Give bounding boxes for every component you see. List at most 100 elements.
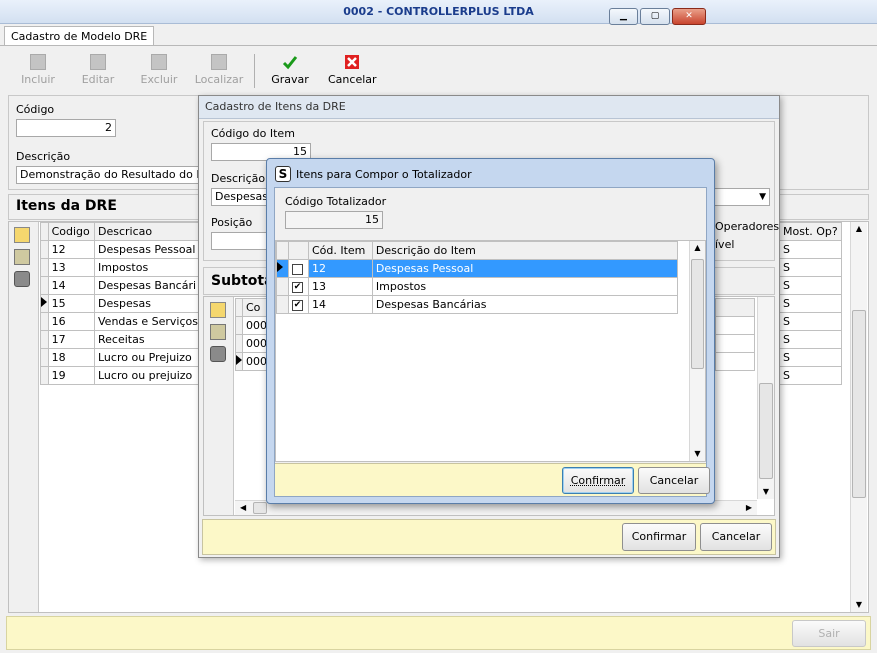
sair-button[interactable]: Sair [792,620,866,647]
scroll-thumb[interactable] [253,502,267,514]
incluir-button[interactable]: Incluir [18,52,58,90]
delete-icon [151,54,167,70]
table-row[interactable]: 13 Impostos [40,258,202,277]
table-row[interactable]: 15 Despesas [40,294,202,313]
scroll-down-icon[interactable]: ▼ [690,447,705,461]
scroll-thumb[interactable] [759,383,773,479]
chevron-down-icon: ▼ [759,192,766,202]
excluir-label: Excluir [140,73,178,86]
table-row[interactable]: 18 Lucro ou Prejuizo [40,348,202,367]
current-row-icon [41,297,47,307]
excluir-button[interactable]: Excluir [138,52,180,90]
edit-subtotal-icon[interactable] [210,324,226,340]
codigo-label: Código [16,103,55,116]
cell-codigo: 16 [47,312,96,331]
itens-scrollbar[interactable]: ▲ ▼ [850,222,867,612]
col-check [287,241,309,260]
trash-icon[interactable] [14,271,30,287]
new-doc-icon [30,54,46,70]
cell-descricao: Despesas [94,294,202,313]
maximize-button[interactable]: ▢ [640,8,670,25]
scroll-thumb[interactable] [691,259,704,369]
totalizador-title: Itens para Compor o Totalizador [296,168,472,181]
cell-mostop: S [779,240,842,259]
indicator-header [276,241,289,260]
table-row[interactable]: ✔ 14 Despesas Bancárias [276,295,679,314]
new-item-icon[interactable] [14,227,30,243]
table-row[interactable]: ✔ 13 Impostos [276,277,679,296]
close-icon: ✕ [685,11,693,21]
col-codigo[interactable]: Codigo [47,222,96,241]
toolbar-separator [254,54,255,88]
cancelar-totalizador-button[interactable]: Cancelar [638,467,710,494]
item-checkbox[interactable]: ✔ [291,281,303,293]
trash-icon[interactable] [210,346,226,362]
cancelar-button[interactable]: Cancelar [328,52,377,90]
table-row[interactable]: 17 Receitas [40,330,202,349]
subtotal-title: Subtota [211,273,274,289]
cell-mostop: S [779,330,842,349]
scroll-up-icon[interactable]: ▲ [851,222,867,236]
descricao-field[interactable]: Demonstração do Resultado do Exerc [16,166,206,184]
table-row[interactable]: 14 Despesas Bancári [40,276,202,295]
cell-descricao-item: Despesas Pessoal [371,259,679,278]
gravar-label: Gravar [271,73,309,86]
search-icon [211,54,227,70]
cell-descricao: Despesas Pessoal [94,240,202,259]
item-checkbox[interactable]: ✔ [291,299,303,311]
new-subtotal-icon[interactable] [210,302,226,318]
cell-codigo: 17 [47,330,96,349]
col-mostop[interactable]: Most. Op? [779,222,842,241]
itens-title: Itens da DRE [16,198,117,214]
tab-divider [0,45,877,46]
col-cod-item[interactable]: Cód. Item [307,241,373,260]
col-descricao[interactable]: Descricao [94,222,202,241]
cadastro-itens-title: Cadastro de Itens da DRE [199,96,779,119]
table-row[interactable]: ✔ 12 Despesas Pessoal [276,259,679,278]
localizar-button[interactable]: Localizar [194,52,244,90]
cell-cod-item: 14 [307,295,373,314]
codigo-totalizador-label: Código Totalizador [285,195,387,208]
table-row[interactable]: 12 Despesas Pessoal [40,240,202,259]
table-row[interactable]: 16 Vendas e Serviços [40,312,202,331]
operadores-label: Operadores [715,220,780,233]
cell-codigo: 13 [47,258,96,277]
scroll-up-icon[interactable]: ▲ [690,241,705,255]
codigo-field[interactable]: 2 [16,119,116,137]
posicao-field[interactable] [211,232,271,250]
cell-codigo: 12 [47,240,96,259]
edit-item-icon[interactable] [14,249,30,265]
editar-button[interactable]: Editar [78,52,118,90]
confirmar-totalizador-button[interactable]: Confirmar [562,467,634,494]
scroll-right-icon[interactable]: ▶ [746,501,752,515]
close-button[interactable]: ✕ [672,8,706,25]
totalizador-scrollbar[interactable]: ▲ ▼ [689,241,705,461]
scroll-down-icon[interactable]: ▼ [758,485,774,499]
confirmar-button[interactable]: Confirmar [622,523,696,551]
cell-cod-item: 13 [307,277,373,296]
item-checkbox[interactable]: ✔ [291,263,303,275]
tab-cadastro-modelo-dre[interactable]: Cadastro de Modelo DRE [4,26,155,46]
col-descricao-item[interactable]: Descrição do Item [371,241,679,260]
descricao-label: Descrição [16,150,71,163]
codigo-totalizador-field[interactable]: 15 [285,211,383,229]
table-row[interactable]: 19 Lucro ou prejuizo [40,366,202,385]
confirmar-label: Confirmar [570,474,626,487]
minimize-button[interactable]: ▁ [609,8,638,25]
current-row-icon [277,262,283,272]
cell-descricao-item: Impostos [371,277,679,296]
posicao-label: Posição [211,216,253,229]
localizar-label: Localizar [194,73,244,86]
edit-icon [90,54,106,70]
cancel-x-icon [345,55,359,69]
scroll-down-icon[interactable]: ▼ [851,598,867,612]
cell-mostop: S [779,366,842,385]
scroll-thumb[interactable] [852,310,866,498]
cell-mostop: S [779,312,842,331]
subtotal-scrollbar[interactable]: ▼ [757,297,774,499]
cell-mostop: S [779,258,842,277]
gravar-button[interactable]: Gravar [270,52,310,90]
cancelar-dialog-button[interactable]: Cancelar [700,523,772,551]
descricao-item-field[interactable]: Despesas [211,188,271,206]
scroll-left-icon[interactable]: ◀ [240,501,246,515]
